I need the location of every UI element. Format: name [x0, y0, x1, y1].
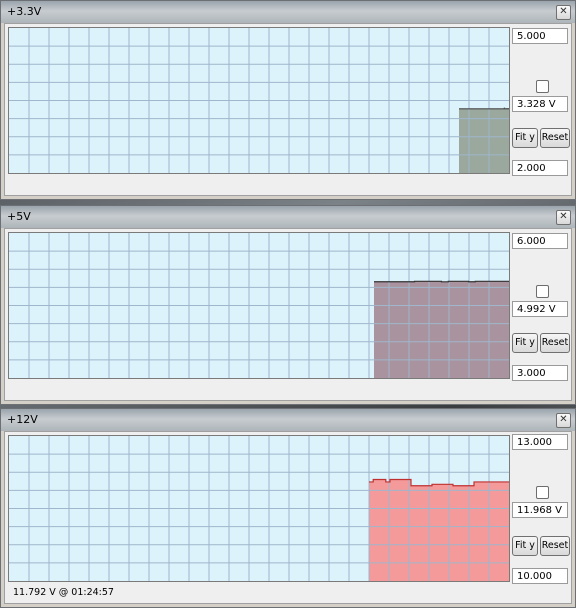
fit-y-button[interactable]: Fit y: [512, 128, 538, 148]
current-value-field: 3.328 V: [512, 96, 568, 112]
close-icon[interactable]: ✕: [556, 210, 571, 225]
plot-svg: [9, 233, 509, 378]
window-title: +12V: [7, 413, 38, 426]
reset-button[interactable]: Reset: [540, 333, 570, 353]
autoscale-checkbox[interactable]: [536, 486, 549, 499]
voltage-plot: [8, 27, 510, 174]
fit-y-button[interactable]: Fit y: [512, 536, 538, 556]
y-min-field[interactable]: 2.000: [512, 160, 568, 176]
panel-body: 6.000 4.992 V Fit y Reset 3.000: [4, 228, 572, 401]
reset-button[interactable]: Reset: [540, 128, 570, 148]
fit-y-button[interactable]: Fit y: [512, 333, 538, 353]
voltage-plot: [8, 435, 510, 582]
window-title: +3.3V: [7, 5, 42, 18]
y-max-field[interactable]: 5.000: [512, 28, 568, 44]
y-max-field[interactable]: 13.000: [512, 434, 568, 450]
voltage-window-5v: +5V ✕ 6.000 4.992 V Fit y Reset 3.000: [0, 205, 576, 405]
reset-button[interactable]: Reset: [540, 536, 570, 556]
panel-body: 5.000 3.328 V Fit y Reset 2.000: [4, 23, 572, 196]
close-icon[interactable]: ✕: [556, 5, 571, 20]
window-titlebar[interactable]: +12V ✕: [1, 409, 575, 431]
window-title: +5V: [7, 210, 31, 223]
side-controls: 13.000 11.968 V Fit y Reset 10.000: [512, 432, 574, 603]
status-bar: [8, 379, 508, 397]
autoscale-checkbox[interactable]: [536, 285, 549, 298]
y-max-field[interactable]: 6.000: [512, 233, 568, 249]
side-controls: 6.000 4.992 V Fit y Reset 3.000: [512, 229, 574, 400]
close-icon[interactable]: ✕: [556, 413, 571, 428]
y-min-field[interactable]: 3.000: [512, 365, 568, 381]
voltage-plot: [8, 232, 510, 379]
plot-svg: [9, 28, 509, 173]
panel-body: 11.792 V @ 01:24:57 13.000 11.968 V Fit …: [4, 431, 572, 604]
voltage-window-12v: +12V ✕ 11.792 V @ 01:24:57 13.000 11.968…: [0, 408, 576, 608]
voltage-area: [459, 108, 509, 173]
current-value-field: 4.992 V: [512, 301, 568, 317]
current-value-field: 11.968 V: [512, 502, 568, 518]
voltage-window-3v3: +3.3V ✕ 5.000 3.328 V Fit y Reset 2.000: [0, 0, 576, 200]
window-titlebar[interactable]: +5V ✕: [1, 206, 575, 228]
status-bar: [8, 174, 508, 192]
plot-svg: [9, 436, 509, 581]
autoscale-checkbox[interactable]: [536, 80, 549, 93]
voltage-area: [369, 479, 509, 581]
status-text: 11.792 V @ 01:24:57: [13, 587, 114, 598]
side-controls: 5.000 3.328 V Fit y Reset 2.000: [512, 24, 574, 195]
voltage-trace: [459, 107, 509, 110]
y-min-field[interactable]: 10.000: [512, 568, 568, 584]
window-titlebar[interactable]: +3.3V ✕: [1, 1, 575, 23]
